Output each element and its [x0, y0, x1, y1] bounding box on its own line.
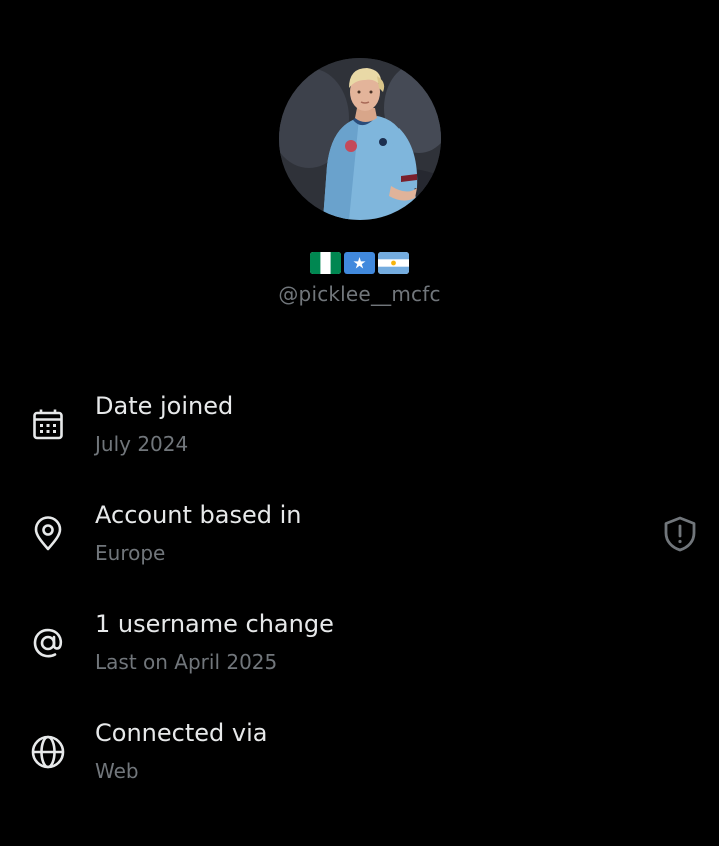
- shield-alert-icon[interactable]: [662, 515, 698, 553]
- date-joined-value: July 2024: [95, 432, 189, 456]
- profile-handle: @picklee__mcfc: [278, 282, 441, 306]
- somalia-flag-icon: [344, 252, 375, 274]
- flag-emojis: [0, 252, 719, 274]
- date-joined-label: Date joined: [95, 392, 234, 420]
- location-pin-icon: [29, 515, 67, 553]
- argentina-flag-icon: [378, 252, 409, 274]
- at-sign-icon: [29, 624, 67, 662]
- account-based-in-value: Europe: [95, 541, 166, 565]
- calendar-icon: [29, 406, 67, 444]
- account-based-in-label: Account based in: [95, 501, 302, 529]
- connected-via-value: Web: [95, 759, 139, 783]
- username-change-row: 1 username change Last on April 2025: [0, 610, 719, 710]
- account-based-in-row: Account based in Europe: [0, 501, 719, 601]
- date-joined-row: Date joined July 2024: [0, 392, 719, 492]
- nigeria-flag-icon: [310, 252, 341, 274]
- avatar-photo: [279, 58, 441, 220]
- connected-via-row: Connected via Web: [0, 719, 719, 819]
- username-change-value: Last on April 2025: [95, 650, 278, 674]
- profile-avatar[interactable]: [279, 58, 441, 220]
- connected-via-label: Connected via: [95, 719, 268, 747]
- globe-icon: [29, 733, 67, 771]
- username-change-label: 1 username change: [95, 610, 334, 638]
